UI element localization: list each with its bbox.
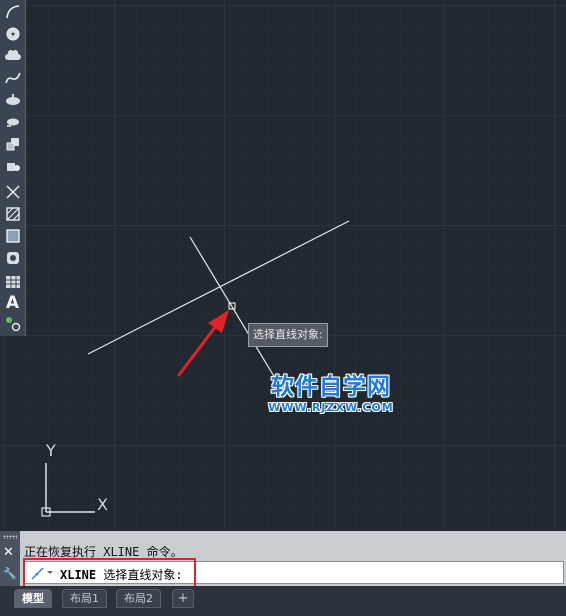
command-keyword: XLINE <box>60 568 97 582</box>
layout-tab-bar: 模型 布局1 布局2 + <box>0 586 566 616</box>
command-prompt: XLINE 选择直线对象: <box>60 566 183 583</box>
customize-wrench-icon[interactable]: 🔧 <box>3 567 17 580</box>
point-icon[interactable] <box>2 182 23 202</box>
circle-icon[interactable] <box>2 24 23 44</box>
grid-major <box>0 0 566 531</box>
draw-toolbar: A <box>0 0 26 336</box>
ucs-y-label: Y <box>46 441 56 460</box>
multiline-text-icon[interactable]: A <box>2 293 23 313</box>
revision-cloud-icon[interactable] <box>2 46 23 66</box>
command-history-line: 正在恢复执行 XLINE 命令。 <box>24 545 183 559</box>
spline-icon[interactable] <box>2 68 23 88</box>
tab-layout2[interactable]: 布局2 <box>116 589 161 608</box>
command-input[interactable]: XLINE 选择直线对象: <box>24 561 564 584</box>
xline-command-icon[interactable] <box>29 565 55 581</box>
region-icon[interactable] <box>2 248 23 268</box>
ellipse-arc-icon[interactable] <box>2 112 23 132</box>
insert-block-icon[interactable] <box>2 134 23 154</box>
close-icon[interactable]: ✕ <box>3 545 14 560</box>
grip-handle-icon[interactable] <box>3 535 17 539</box>
gradient-icon[interactable] <box>2 226 23 246</box>
ellipse-icon[interactable] <box>2 90 23 110</box>
tab-model[interactable]: 模型 <box>14 589 52 608</box>
make-block-icon[interactable] <box>2 156 23 176</box>
command-prompt-text: 选择直线对象: <box>96 568 183 582</box>
arc-icon[interactable] <box>2 2 23 22</box>
command-line-grip[interactable]: ✕ 🔧 <box>0 531 20 586</box>
cursor-tooltip: 选择直线对象: <box>248 323 328 347</box>
hatch-icon[interactable] <box>2 204 23 224</box>
add-layout-button[interactable]: + <box>172 589 194 608</box>
ucs-x-label: X <box>97 495 108 514</box>
command-line-panel: ✕ 🔧 正在恢复执行 XLINE 命令。 XLINE 选择直线对象: <box>0 531 566 586</box>
add-selected-icon[interactable] <box>2 314 23 334</box>
table-icon[interactable] <box>2 272 23 292</box>
drawing-canvas[interactable] <box>0 0 566 531</box>
tab-layout1[interactable]: 布局1 <box>62 589 107 608</box>
